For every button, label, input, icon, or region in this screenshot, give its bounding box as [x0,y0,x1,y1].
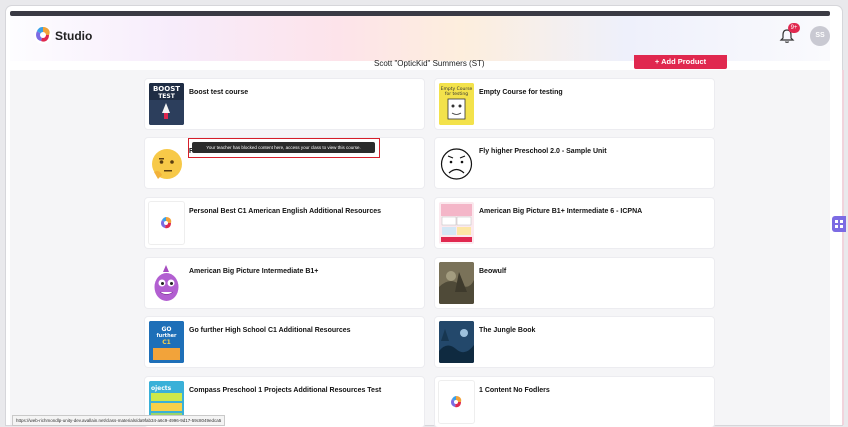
course-card[interactable]: BOOST TEST Boost test course [145,79,424,129]
svg-text:BOOST: BOOST [153,85,180,93]
course-title: 1 Content No Fodlers [479,387,550,394]
avatar[interactable]: SS [810,26,830,46]
course-card[interactable]: GO further C1 Go further High School C1 … [145,317,424,367]
svg-text:TEST: TEST [158,93,176,100]
brand-name: Studio [55,29,93,43]
current-user-name: Scott "OpticKid" Summers (ST) [374,59,485,68]
svg-text:ojects: ojects [151,385,172,392]
studio-logo-icon [439,381,474,423]
course-thumbnail-boost: BOOST TEST [149,83,184,125]
grid-icon [835,220,843,228]
svg-text:for testing: for testing [445,91,468,97]
course-card[interactable]: American Big Picture B1+ Intermediate 6 … [435,198,714,248]
course-title: Go further High School C1 Additional Res… [189,327,351,334]
svg-text:C1: C1 [162,339,171,346]
painting-thumbnail [439,262,474,304]
course-card[interactable]: 1 Content No Fodlers [435,377,714,427]
thinking-emoji-icon [149,142,184,184]
side-panel-toggle[interactable] [832,216,846,232]
course-title: Compass Preschool 1 Projects Additional … [189,387,382,394]
status-bar-url: https://web-richmondlp-unity-dev.avallai… [12,415,226,426]
course-card[interactable]: The Jungle Book [435,317,714,367]
course-title: American Big Picture Intermediate B1+ [189,268,319,275]
add-product-button[interactable]: + Add Product [634,55,727,69]
course-title: American Big Picture B1+ Intermediate 6 … [479,208,643,215]
course-card[interactable]: Beowulf [435,258,714,308]
tooltip-text: Your teacher has blocked content here, a… [192,142,375,153]
blocked-content-tooltip: Your teacher has blocked content here, a… [188,138,380,158]
course-title: Beowulf [479,268,507,275]
course-title: The Jungle Book [479,327,536,334]
book-pages-icon [439,202,474,244]
course-title: Fly higher Preschool 2.0 - Sample Unit [479,148,607,155]
notification-badge: 9+ [788,23,800,33]
jungle-book-thumbnail [439,321,474,363]
course-card[interactable]: American Big Picture Intermediate B1+ [145,258,424,308]
course-thumbnail-empty: Empty Course for testing [439,83,474,125]
sad-face-icon [439,142,474,184]
course-title: Empty Course for testing [479,89,563,96]
svg-text:GO: GO [161,326,171,333]
course-card[interactable]: Empty Course for testing Empty Course fo… [435,79,714,129]
side-divider [842,70,844,425]
studio-logo-icon[interactable] [33,25,53,45]
studio-logo-icon [149,202,184,244]
course-card[interactable]: Personal Best C1 American English Additi… [145,198,424,248]
purple-monster-icon [149,262,184,304]
go-further-thumbnail: GO further C1 [149,321,184,363]
course-title: Boost test course [189,89,249,96]
course-title: Personal Best C1 American English Additi… [189,208,382,215]
course-card[interactable]: Fly higher Preschool 2.0 - Sample Unit [435,138,714,188]
